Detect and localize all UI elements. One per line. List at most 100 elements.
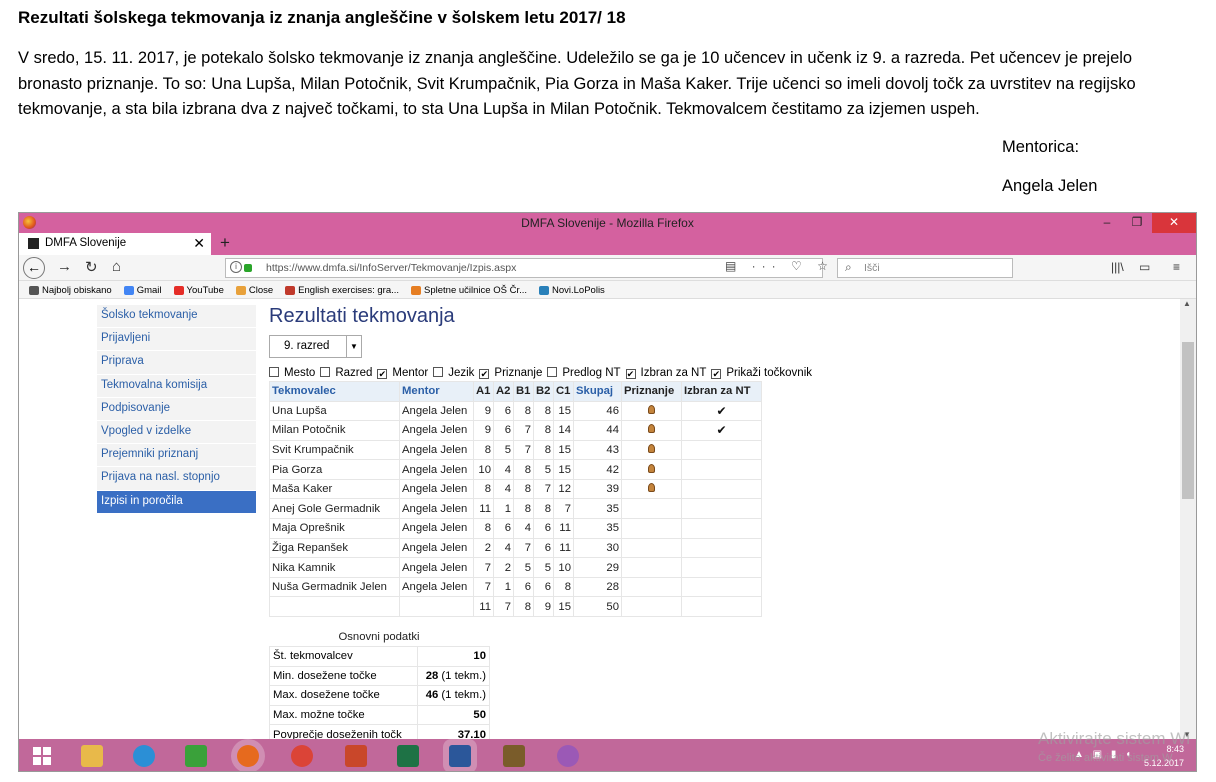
filter-option[interactable]: ✔ Mentor <box>377 367 428 379</box>
cell-c1: 11 <box>553 518 574 539</box>
column-header: A2 <box>493 381 514 402</box>
minimize-button[interactable]: – <box>1092 213 1122 233</box>
picasa-icon[interactable] <box>557 745 579 767</box>
scroll-thumb[interactable] <box>1182 342 1194 499</box>
bookmark-6[interactable]: Novi.LoPolis <box>539 283 605 298</box>
reader-and-bookmark-icons[interactable]: ▤ ··· ♡ ☆ <box>725 259 834 273</box>
cell-selected: ✔ <box>681 420 762 441</box>
sidebar-item[interactable]: Podpisovanje <box>97 397 256 421</box>
close-window-button[interactable]: ✕ <box>1152 213 1196 233</box>
close-tab-icon[interactable]: ✕ <box>193 235 205 252</box>
menu-icon[interactable]: ≡ <box>1173 260 1180 274</box>
new-tab-button[interactable]: + <box>220 233 230 253</box>
file-explorer-icon[interactable] <box>81 745 103 767</box>
sidebar-item[interactable]: Izpisi in poročila <box>97 490 256 514</box>
document-title: Rezultati šolskega tekmovanja iz znanja … <box>18 8 626 27</box>
cell-b2: 5 <box>533 557 554 578</box>
start-button[interactable] <box>33 747 51 765</box>
cell-mentor: Angela Jelen <box>399 478 474 500</box>
firefox-taskbar-icon[interactable] <box>237 745 259 767</box>
column-header: B1 <box>513 381 534 402</box>
filter-option[interactable]: ✔ Prikaži točkovnik <box>711 367 812 379</box>
excel-icon[interactable] <box>397 745 419 767</box>
basic-data-row: Min. dosežene točke 28 (1 tekm.) <box>269 665 490 687</box>
basic-data-label: Povprečje doseženih točk <box>269 724 418 739</box>
basic-data-value: 10 <box>417 646 490 667</box>
filter-label: Prikaži točkovnik <box>726 367 812 379</box>
cell-award <box>621 576 682 598</box>
bookmark-0[interactable]: Najbolj obiskano <box>29 283 112 298</box>
checkmark-icon: ✔ <box>716 403 727 418</box>
sidebar-item[interactable]: Tekmovalna komisija <box>97 374 256 398</box>
reload-button[interactable]: ↻ <box>85 258 98 276</box>
chrome-icon[interactable] <box>291 745 313 767</box>
cell-c1: 15 <box>553 400 574 422</box>
internet-explorer-icon[interactable] <box>133 745 155 767</box>
filter-option[interactable]: Predlog NT <box>547 367 621 379</box>
basic-data-label: Max. možne točke <box>269 704 418 726</box>
filter-label: Predlog NT <box>562 367 621 379</box>
checkbox[interactable]: ✔ <box>377 369 388 379</box>
checkbox[interactable]: ✔ <box>625 369 636 379</box>
filter-option[interactable]: Razred <box>320 367 372 379</box>
forward-button[interactable]: → <box>57 258 72 275</box>
checkbox[interactable] <box>320 367 331 377</box>
store-icon[interactable] <box>185 745 207 767</box>
sidebar-item[interactable]: Prijavljeni <box>97 328 256 352</box>
search-placeholder: Išči <box>864 262 880 274</box>
sidebar-item[interactable]: Prejemniki priznanj <box>97 444 256 468</box>
checkbox[interactable] <box>547 367 558 377</box>
search-field[interactable]: ⌕ Išči <box>837 258 1013 278</box>
sidebar-icon[interactable]: ▭ <box>1139 260 1150 274</box>
cell-total: 30 <box>573 537 622 559</box>
column-header[interactable]: Mentor <box>399 381 474 402</box>
home-button[interactable]: ⌂ <box>112 258 121 275</box>
cell-b2: 5 <box>533 459 554 480</box>
cell-a2: 4 <box>493 478 514 500</box>
bookmark-1[interactable]: Gmail <box>123 283 162 298</box>
table-row: Svit Krumpačnik Angela Jelen 8 5 7 8 15 43 <box>269 439 762 461</box>
filter-option[interactable]: ✔ Priznanje <box>479 367 542 379</box>
youtube-icon <box>173 286 184 295</box>
sidebar-item[interactable]: Prijava na nasl. stopnjo <box>97 467 256 491</box>
activation-watermark: Aktivirajte sistem Wi <box>1038 729 1191 748</box>
cell-total: 29 <box>573 557 622 578</box>
column-header[interactable]: Skupaj <box>573 381 622 402</box>
library-icon[interactable]: |||\ <box>1111 260 1124 274</box>
checkmark-icon: ✔ <box>716 423 727 438</box>
filter-option[interactable]: Mesto <box>269 367 315 379</box>
bookmark-5[interactable]: Spletne učilnice OŠ Čr... <box>411 283 527 298</box>
word-icon[interactable] <box>449 745 471 767</box>
sidebar-item[interactable]: Šolsko tekmovanje <box>97 305 256 329</box>
basic-data-row: Povprečje doseženih točk 37.10 <box>269 724 490 739</box>
scroll-up-icon[interactable]: ▲ <box>1183 299 1191 308</box>
filter-option[interactable]: Jezik <box>433 367 474 379</box>
bookmark-2[interactable]: YouTube <box>173 283 224 298</box>
cell-max-b1: 8 <box>513 596 534 618</box>
tab-dmfa[interactable]: DMFA Slovenije ✕ <box>19 233 211 255</box>
window-titlebar: DMFA Slovenije - Mozilla Firefox – ❐ ✕ <box>19 213 1196 233</box>
cell-max-total: 50 <box>573 596 622 618</box>
filter-option[interactable]: ✔ Izbran za NT <box>625 367 706 379</box>
bookmark-3[interactable]: Close <box>235 283 273 298</box>
maximize-button[interactable]: ❐ <box>1122 213 1152 233</box>
sidebar-item[interactable]: Priprava <box>97 351 256 375</box>
cell-b1: 8 <box>513 459 534 480</box>
basic-data-label: Max. dosežene točke <box>269 685 418 706</box>
checkbox[interactable]: ✔ <box>479 369 490 379</box>
cell-c1: 15 <box>553 439 574 461</box>
checkbox[interactable]: ✔ <box>711 369 722 379</box>
class-select[interactable]: 9. razred ▼ <box>269 335 362 358</box>
column-header[interactable]: Tekmovalec <box>269 381 400 402</box>
table-row: Nuša Germadnik Jelen Angela Jelen 7 1 6 6 8 28 <box>269 576 762 598</box>
info-icon[interactable]: i <box>230 261 242 273</box>
bookmark-4[interactable]: English exercises: gra... <box>285 283 399 298</box>
back-button[interactable]: ← <box>23 257 45 279</box>
checkbox[interactable] <box>269 367 279 377</box>
calculator-app-icon[interactable] <box>503 745 525 767</box>
sidebar-item[interactable]: Vpogled v izdelke <box>97 420 256 445</box>
checkbox[interactable] <box>433 367 444 377</box>
vertical-scrollbar[interactable]: ▲ ▼ <box>1180 299 1196 739</box>
cell-a1: 7 <box>473 557 494 578</box>
powerpoint-icon[interactable] <box>345 745 367 767</box>
